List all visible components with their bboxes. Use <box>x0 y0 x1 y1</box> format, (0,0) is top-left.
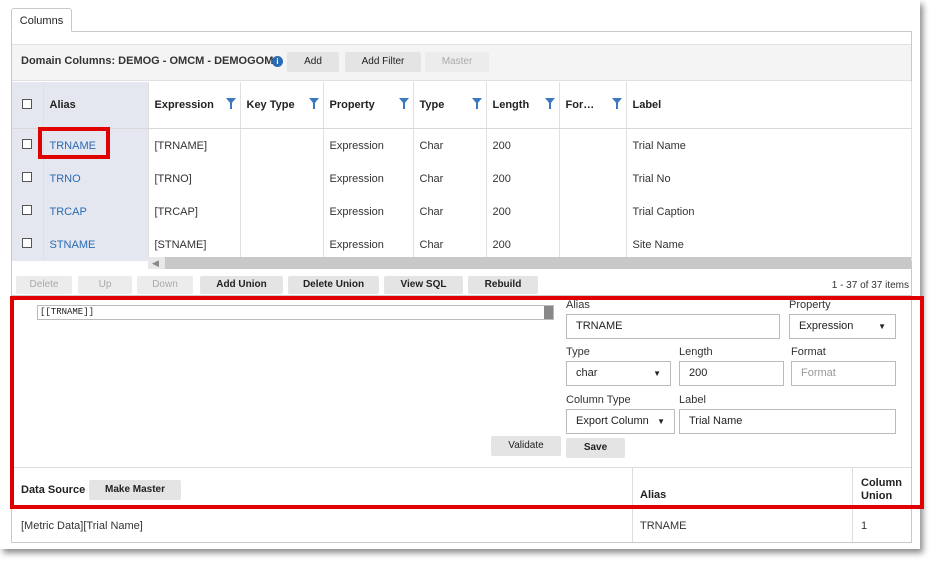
column-header-label: Alias <box>49 99 76 111</box>
filter-icon[interactable] <box>544 98 555 109</box>
row-checkbox[interactable] <box>12 228 44 261</box>
cell-format <box>559 162 627 195</box>
cell-key-type <box>240 128 324 162</box>
cell-length: 200 <box>486 162 560 195</box>
tab-columns[interactable]: Columns <box>11 8 72 32</box>
alias-link[interactable]: TRCAP <box>43 195 149 228</box>
cell-label: Trial No <box>626 162 912 195</box>
rebuild-button[interactable]: Rebuild <box>468 276 538 294</box>
add-union-button[interactable]: Add Union <box>200 276 283 294</box>
data-source-union-cell: 1 <box>861 520 868 532</box>
cell-length: 200 <box>486 195 560 228</box>
grid-header-row: Alias Expression Key Type Property Type … <box>12 82 912 129</box>
cell-length: 200 <box>486 128 560 162</box>
column-header-label: Expression <box>154 99 214 111</box>
cell-expression: [TRNO] <box>148 162 241 195</box>
column-header-label-col[interactable]: Label <box>626 82 912 129</box>
column-header-label: Property <box>329 99 375 111</box>
cell-property: Expression <box>323 162 414 195</box>
domain-title: Domain Columns: DEMOG - OMCM - DEMOGOMC <box>21 55 282 67</box>
column-header-type[interactable]: Type <box>413 82 487 129</box>
cell-expression: [TRCAP] <box>148 195 241 228</box>
column-header-label: Type <box>419 99 445 111</box>
cell-format <box>559 128 627 162</box>
select-all-checkbox[interactable] <box>12 82 44 129</box>
column-header-label: Label <box>632 99 662 111</box>
down-button[interactable]: Down <box>137 276 193 294</box>
column-header-key-type[interactable]: Key Type <box>240 82 324 129</box>
scroll-left-icon[interactable]: ◀ <box>152 257 159 269</box>
table-row[interactable]: TRNO [TRNO] Expression Char 200 Trial No <box>12 162 912 195</box>
column-header-label: Length <box>492 99 530 111</box>
info-icon[interactable]: i <box>272 56 283 67</box>
column-header-property[interactable]: Property <box>323 82 414 129</box>
cell-type: Char <box>413 195 487 228</box>
highlight-box-alias <box>38 127 110 159</box>
cell-property: Expression <box>323 195 414 228</box>
cell-label: Trial Name <box>626 128 912 162</box>
column-header-expression[interactable]: Expression <box>148 82 241 129</box>
table-row[interactable]: TRCAP [TRCAP] Expression Char 200 Trial … <box>12 195 912 228</box>
table-row[interactable]: TRNAME [TRNAME] Expression Char 200 Tria… <box>12 128 912 162</box>
pager-info: 1 - 37 of 37 items <box>831 280 909 291</box>
cell-key-type <box>240 195 324 228</box>
cell-property: Expression <box>323 128 414 162</box>
filter-icon[interactable] <box>611 98 622 109</box>
cell-expression: [TRNAME] <box>148 128 241 162</box>
filter-icon[interactable] <box>225 98 236 109</box>
column-header-length[interactable]: Length <box>486 82 560 129</box>
column-header-label: For… <box>565 99 595 111</box>
delete-button[interactable]: Delete <box>16 276 72 294</box>
column-header-format[interactable]: For… <box>559 82 627 129</box>
cell-label: Trial Caption <box>626 195 912 228</box>
add-filter-button[interactable]: Add Filter <box>345 52 421 72</box>
filter-icon[interactable] <box>398 98 409 109</box>
alias-link[interactable]: STNAME <box>43 228 149 261</box>
highlight-box-editor <box>10 296 924 509</box>
delete-union-button[interactable]: Delete Union <box>288 276 379 294</box>
row-checkbox[interactable] <box>12 162 44 195</box>
row-checkbox[interactable] <box>12 195 44 228</box>
data-source-cell: [Metric Data][Trial Name] <box>21 520 143 532</box>
filter-icon[interactable] <box>308 98 319 109</box>
cell-type: Char <box>413 162 487 195</box>
cell-format <box>559 195 627 228</box>
data-source-alias-cell: TRNAME <box>640 520 687 532</box>
view-sql-button[interactable]: View SQL <box>384 276 463 294</box>
alias-link[interactable]: TRNO <box>43 162 149 195</box>
up-button[interactable]: Up <box>78 276 132 294</box>
cell-key-type <box>240 162 324 195</box>
cell-type: Char <box>413 128 487 162</box>
column-header-label: Key Type <box>246 99 295 111</box>
add-button[interactable]: Add <box>287 52 339 72</box>
columns-grid: Alias Expression Key Type Property Type … <box>12 82 912 261</box>
master-button[interactable]: Master <box>425 52 489 72</box>
filter-icon[interactable] <box>471 98 482 109</box>
scrollbar-thumb[interactable] <box>165 257 911 269</box>
column-header-alias[interactable]: Alias <box>43 82 149 129</box>
